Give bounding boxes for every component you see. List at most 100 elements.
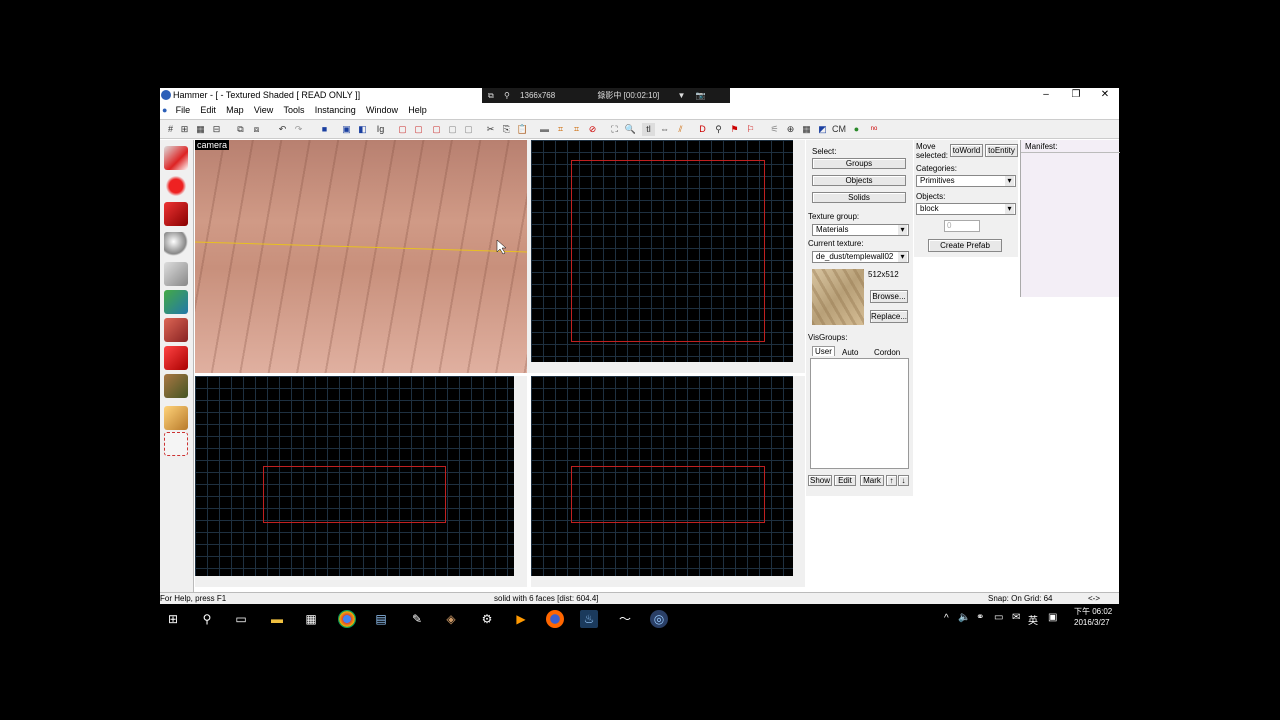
magnify-tool-icon[interactable] (164, 174, 188, 198)
vis-tab-user[interactable]: User (812, 346, 835, 356)
clipping-tool-icon[interactable] (164, 406, 188, 430)
recorder-search-icon[interactable]: ⚲ (504, 91, 510, 100)
notification-icon[interactable]: ▣ (1048, 612, 1057, 623)
recorder-camera-icon[interactable]: 📷 (696, 91, 706, 100)
decal-tool-icon[interactable] (164, 346, 188, 370)
front-view-vscroll[interactable] (514, 376, 527, 587)
toggle-selection-icon[interactable]: ⌗ (554, 123, 567, 136)
zoom-selection-icon[interactable]: 🔍 (624, 123, 637, 136)
grid-3d-icon[interactable]: ▦ (194, 123, 207, 136)
front-view-hscroll[interactable] (195, 576, 514, 587)
zoom-extents-icon[interactable]: ⛶ (608, 123, 621, 136)
hide-icon[interactable]: ▢ (396, 123, 409, 136)
close-button[interactable]: ✕ (1091, 88, 1119, 103)
volume-icon[interactable]: 🔈 (958, 612, 970, 623)
grid-size-icon[interactable]: ⊞ (178, 123, 191, 136)
vertex-icon[interactable]: ⚐ (744, 123, 757, 136)
ime-indicator[interactable]: 英 (1028, 612, 1038, 627)
path-icon[interactable]: ⚟ (768, 123, 781, 136)
task-view-icon[interactable]: ▭ (232, 610, 250, 628)
cut-icon[interactable]: ✂ (484, 123, 497, 136)
face-count-spinner[interactable]: 0 (944, 220, 980, 232)
menu-view[interactable]: View (250, 103, 277, 117)
overlay-tool-icon[interactable] (164, 374, 188, 398)
tray-chevron-icon[interactable]: ^ (944, 613, 949, 624)
document-icon[interactable]: ▤ (372, 610, 390, 628)
menu-help[interactable]: Help (404, 103, 431, 117)
clip-icon[interactable]: ◧ (356, 123, 369, 136)
vis-mark-button[interactable]: Mark (860, 475, 884, 486)
menu-map[interactable]: Map (222, 103, 248, 117)
ignore-groups-icon[interactable]: Ig (374, 123, 387, 136)
create-prefab-button[interactable]: Create Prefab (928, 239, 1002, 252)
objects-button[interactable]: Objects (812, 175, 906, 186)
vis-up-button[interactable]: ↑ (886, 475, 897, 486)
to-entity-button[interactable]: toEntity (985, 144, 1018, 157)
side-view-vscroll[interactable] (793, 376, 805, 587)
texture-tool-icon[interactable] (164, 290, 188, 314)
app-icon-3[interactable]: ⚙ (478, 610, 496, 628)
texture-app-icon[interactable]: D (696, 123, 709, 136)
app-icon-2[interactable]: ◈ (442, 610, 460, 628)
no-draw-icon[interactable]: no (866, 123, 882, 136)
paste-icon[interactable]: 📋 (516, 123, 529, 136)
menu-window[interactable]: Window (362, 103, 402, 117)
leaf-icon[interactable]: ● (850, 123, 863, 136)
grid-snap-icon[interactable]: ⊟ (210, 123, 223, 136)
menu-file[interactable]: File (172, 103, 195, 117)
message-icon[interactable]: ✉ (1012, 612, 1020, 623)
battery-icon[interactable]: ▭ (994, 612, 1003, 623)
front-2d-viewport[interactable] (195, 376, 514, 576)
hollow-icon[interactable]: ▣ (340, 123, 353, 136)
firefox-icon[interactable] (546, 610, 564, 628)
align-icon[interactable]: ⫽ (674, 123, 687, 136)
group-icon[interactable]: ⧉ (234, 123, 247, 136)
menu-tools[interactable]: Tools (280, 103, 309, 117)
visgroup-icon[interactable]: ▢ (446, 123, 459, 136)
undo-icon[interactable]: ↶ (276, 123, 289, 136)
entity-icon[interactable]: ⇔ (658, 123, 671, 136)
cordon-icon[interactable]: ⊘ (586, 123, 599, 136)
search-icon[interactable]: ⚲ (198, 610, 216, 628)
vis-edit-button[interactable]: Edit (834, 475, 856, 486)
apply-texture-icon[interactable] (164, 318, 188, 342)
camera-viewport[interactable]: camera (195, 140, 527, 373)
text-icon[interactable]: tl (642, 123, 655, 136)
vis-tab-cordon[interactable]: Cordon (874, 348, 900, 357)
store-icon[interactable]: ▦ (302, 610, 320, 628)
vis-down-button[interactable]: ↓ (898, 475, 909, 486)
redo-icon[interactable]: ↷ (292, 123, 305, 136)
top-view-hscroll[interactable] (531, 362, 793, 373)
recorder-dropdown-icon[interactable]: ▼ (677, 91, 685, 100)
entity-tool-icon[interactable] (164, 232, 188, 256)
menu-instancing[interactable]: Instancing (311, 103, 360, 117)
top-2d-viewport[interactable] (531, 140, 793, 362)
cm-icon[interactable]: CM (832, 123, 846, 136)
copy-icon[interactable]: ⎘ (500, 123, 513, 136)
restore-button[interactable]: ❐ (1062, 88, 1090, 103)
vis-tab-auto[interactable]: Auto (842, 348, 858, 357)
replace-button[interactable]: Replace... (870, 310, 908, 323)
groups-button[interactable]: Groups (812, 158, 906, 169)
minimize-button[interactable]: – (1032, 88, 1060, 103)
show-icon[interactable]: ▢ (412, 123, 425, 136)
block-tool-icon[interactable] (164, 262, 188, 286)
side-2d-viewport[interactable] (531, 376, 793, 576)
selection-tool-icon[interactable] (164, 146, 188, 170)
overlay-icon[interactable]: ⚑ (728, 123, 741, 136)
texture-group-combo[interactable]: Materials (812, 224, 909, 236)
app-icon-1[interactable]: ✎ (408, 610, 426, 628)
to-world-button[interactable]: toWorld (950, 144, 983, 157)
app-icon-4[interactable]: 〜 (616, 610, 634, 628)
top-view-vscroll[interactable] (793, 140, 805, 373)
network-icon[interactable]: ⚭ (976, 612, 984, 623)
categories-combo[interactable]: Primitives (916, 175, 1016, 187)
grid-tool-icon[interactable]: ▦ (800, 123, 813, 136)
menu-edit[interactable]: Edit (196, 103, 220, 117)
camera-tool-icon[interactable] (164, 202, 188, 226)
browse-button[interactable]: Browse... (870, 290, 908, 303)
texture-lock-icon[interactable]: ▢ (462, 123, 475, 136)
solids-button[interactable]: Solids (812, 192, 906, 203)
file-explorer-icon[interactable]: ▬ (268, 610, 286, 628)
steam-icon[interactable]: ♨ (580, 610, 598, 628)
